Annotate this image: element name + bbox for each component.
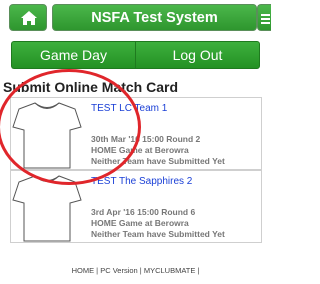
match-card[interactable]: TEST The Sapphires 2 3rd Apr '16 15:00 R… bbox=[10, 170, 262, 243]
page-title: Submit Online Match Card bbox=[3, 79, 179, 95]
team-name-link[interactable]: TEST The Sapphires 2 bbox=[91, 176, 192, 187]
footer-links[interactable]: HOME | PC Version | MYCLUBMATE | bbox=[0, 266, 271, 275]
match-date-round: 3rd Apr '16 15:00 Round 6 bbox=[91, 207, 196, 217]
match-venue: HOME Game at Berowra bbox=[91, 145, 189, 155]
submission-status: Neither Team have Submitted Yet bbox=[91, 229, 225, 239]
home-button[interactable] bbox=[9, 4, 47, 31]
log-out-button[interactable]: Log Out bbox=[135, 41, 260, 69]
game-day-button[interactable]: Game Day bbox=[11, 41, 135, 69]
app-title-bar: NSFA Test System bbox=[52, 4, 257, 31]
match-venue: HOME Game at Berowra bbox=[91, 218, 189, 228]
shirt-icon bbox=[12, 175, 82, 242]
match-card[interactable]: TEST LC Team 1 30th Mar '16 15:00 Round … bbox=[10, 97, 262, 170]
app-title: NSFA Test System bbox=[91, 9, 218, 26]
match-date-round: 30th Mar '16 15:00 Round 2 bbox=[91, 134, 201, 144]
menu-icon bbox=[261, 14, 270, 24]
app-header: NSFA Test System bbox=[0, 0, 271, 38]
home-icon bbox=[21, 11, 37, 25]
shirt-icon bbox=[12, 102, 82, 169]
team-name-link[interactable]: TEST LC Team 1 bbox=[91, 103, 167, 114]
match-details: 30th Mar '16 15:00 Round 2 HOME Game at … bbox=[91, 134, 225, 167]
menu-button[interactable] bbox=[257, 4, 271, 31]
match-details: 3rd Apr '16 15:00 Round 6 HOME Game at B… bbox=[91, 207, 225, 240]
submission-status: Neither Team have Submitted Yet bbox=[91, 156, 225, 166]
main-nav: Game Day Log Out bbox=[11, 41, 260, 69]
